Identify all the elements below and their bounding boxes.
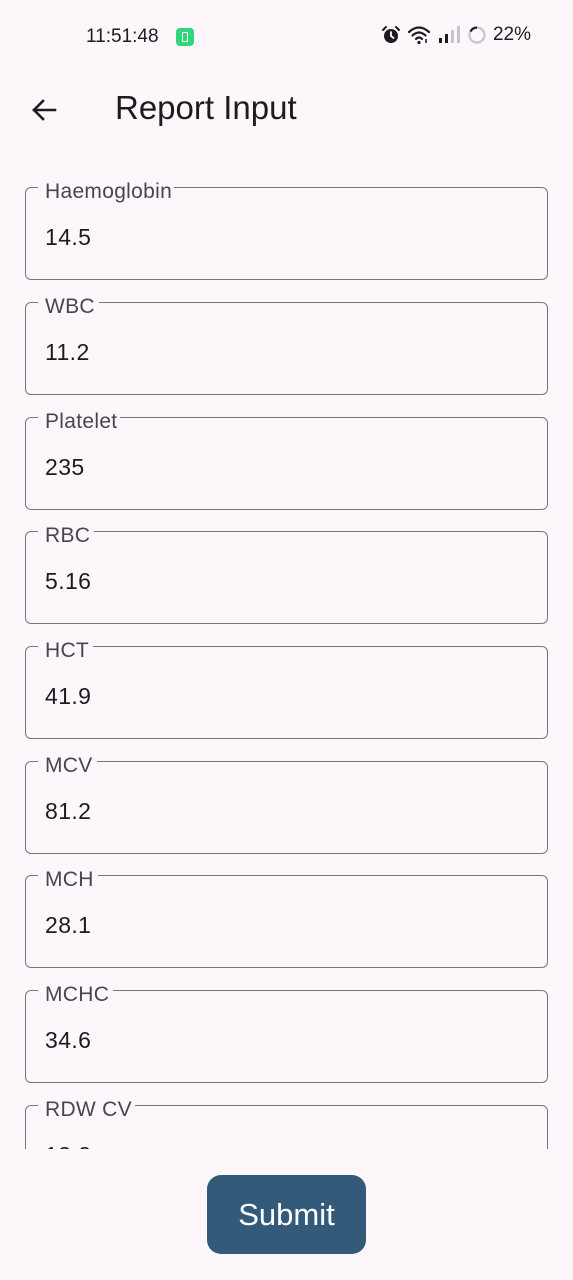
mcv-field[interactable]: MCV MCV 81.2 [25,754,548,854]
mcv-input[interactable]: 81.2 [45,796,525,826]
battery-ring-icon [468,26,486,44]
field-label: MCHC [45,983,110,1006]
submit-button[interactable]: Submit [207,1175,366,1254]
rbc-field[interactable]: RBC RBC 5.16 [25,524,548,624]
wbc-field[interactable]: WBC WBC 11.2 [25,295,548,395]
mch-input[interactable]: 28.1 [45,910,525,940]
field-label: RBC [45,524,91,547]
hct-input[interactable]: 41.9 [45,681,525,711]
field-label: MCV [45,754,93,777]
back-button[interactable] [20,86,68,134]
platelet-input[interactable]: 235 [45,452,525,482]
wifi-icon [407,26,431,45]
field-label: HCT [45,639,90,662]
hct-field[interactable]: HCT HCT 41.9 [25,639,548,739]
field-label: Haemoglobin [45,180,173,203]
mchc-field[interactable]: MCHC MCHC 34.6 [25,983,548,1083]
field-label: WBC [45,295,95,318]
app-bar: Report Input [0,74,573,142]
status-icons: 22% [381,24,531,46]
rdw-cv-input[interactable]: 13.2 [45,1140,525,1149]
page-title: Report Input [115,89,297,126]
rbc-input[interactable]: 5.16 [45,566,525,596]
arrow-back-icon [32,99,57,121]
haemoglobin-field[interactable]: Haemoglobin Haemoglobin 14.5 [25,180,548,280]
battery-percent: 22% [492,24,531,45]
rdw-cv-field[interactable]: RDW CV RDW CV 13.2 [25,1098,548,1149]
alarm-icon [381,26,400,43]
status-time: 11:51:48 [86,26,159,47]
platelet-field[interactable]: Platelet Platelet 235 [25,410,548,510]
battery-saver-icon [176,28,194,46]
status-bar: 11:51:48 22% [0,0,573,74]
cell-signal-icon [438,26,460,43]
mch-field[interactable]: MCH MCH 28.1 [25,868,548,968]
field-label: RDW CV [45,1098,132,1121]
field-label: MCH [45,868,94,891]
field-label: Platelet [45,410,118,433]
report-form[interactable]: Haemoglobin Haemoglobin 14.5 WBC WBC 11.… [0,150,573,1149]
mchc-input[interactable]: 34.6 [45,1025,525,1055]
wbc-input[interactable]: 11.2 [45,337,525,367]
haemoglobin-input[interactable]: 14.5 [45,222,525,252]
